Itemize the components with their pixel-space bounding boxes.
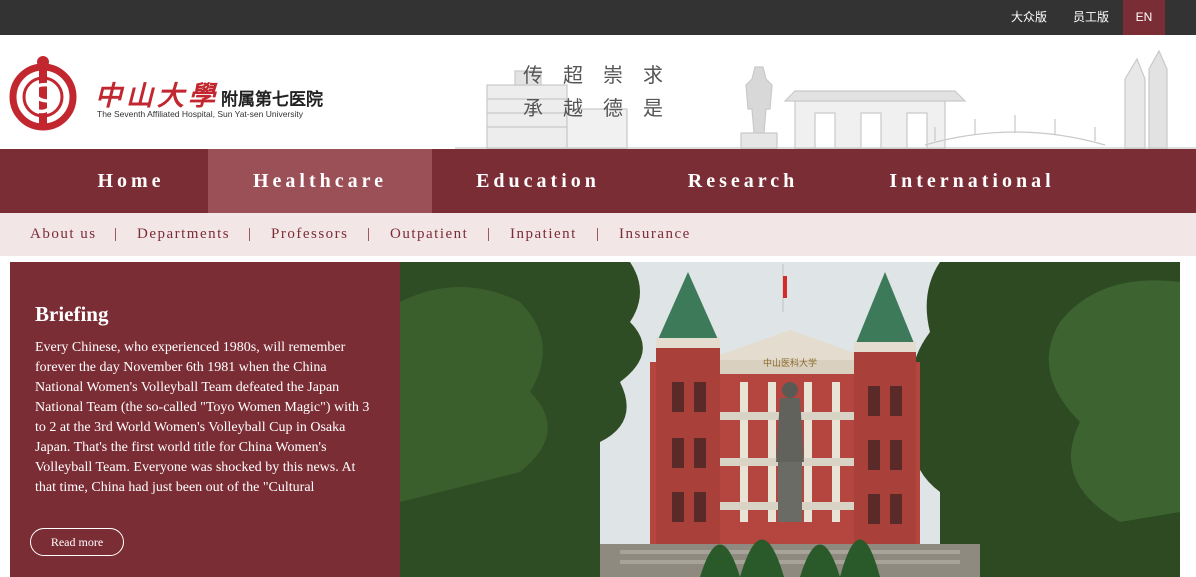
hospital-name-cn: 附属第七医院 [221,90,323,110]
subnav-about-us[interactable]: About us [30,213,97,256]
nav-international[interactable]: International [862,149,1082,213]
nav-home[interactable]: Home [64,149,198,213]
subnav-departments[interactable]: Departments [137,213,230,256]
nav-research[interactable]: Research [660,149,826,213]
subnav-outpatient[interactable]: Outpatient [390,213,468,256]
subnav-separator: | [487,226,491,242]
hospital-emblem-icon[interactable] [9,55,77,131]
read-more-button[interactable]: Read more [30,528,124,556]
building-sign: 中山医科大学 [763,357,817,369]
subnav-separator: | [114,226,118,242]
briefing-panel: Briefing Every Chinese, who experienced … [10,262,400,577]
nav-education[interactable]: Education [440,149,636,213]
subnav-inpatient[interactable]: Inpatient [510,213,577,256]
hospital-name-chinese: 中山大學 附属第七医院 [95,74,323,112]
subnav-insurance[interactable]: Insurance [619,213,691,256]
subnav-separator: | [248,226,252,242]
site-header: 中山大學 附属第七医院 The Seventh Affiliated Hospit… [0,35,1196,149]
top-bar: 大众版 员工版 EN [0,0,1196,35]
public-version-link[interactable]: 大众版 [1002,0,1056,35]
nav-healthcare[interactable]: Healthcare [208,149,432,213]
english-version-link[interactable]: EN [1123,0,1165,35]
subnav-professors[interactable]: Professors [271,213,349,256]
briefing-title: Briefing [35,302,109,326]
main-navigation: Home Healthcare Education Research Inter… [0,149,1196,213]
motto-line-2: 承越德是 [523,96,683,120]
briefing-text: Every Chinese, who experienced 1980s, wi… [35,340,370,495]
campus-building-illustration: 中山医科大学 [400,262,1180,577]
subnav-separator: | [596,226,600,242]
staff-version-link[interactable]: 员工版 [1064,0,1118,35]
sub-navigation: About us | Departments | Professors | Ou… [0,213,1196,256]
subnav-separator: | [367,226,371,242]
motto-line-1: 传超崇求 [523,63,683,87]
campus-building-photo: 中山医科大学 [400,262,1180,577]
university-name-cn: 中山大學 [95,81,219,112]
hospital-name-english: The Seventh Affiliated Hospital, Sun Yat… [97,109,304,119]
